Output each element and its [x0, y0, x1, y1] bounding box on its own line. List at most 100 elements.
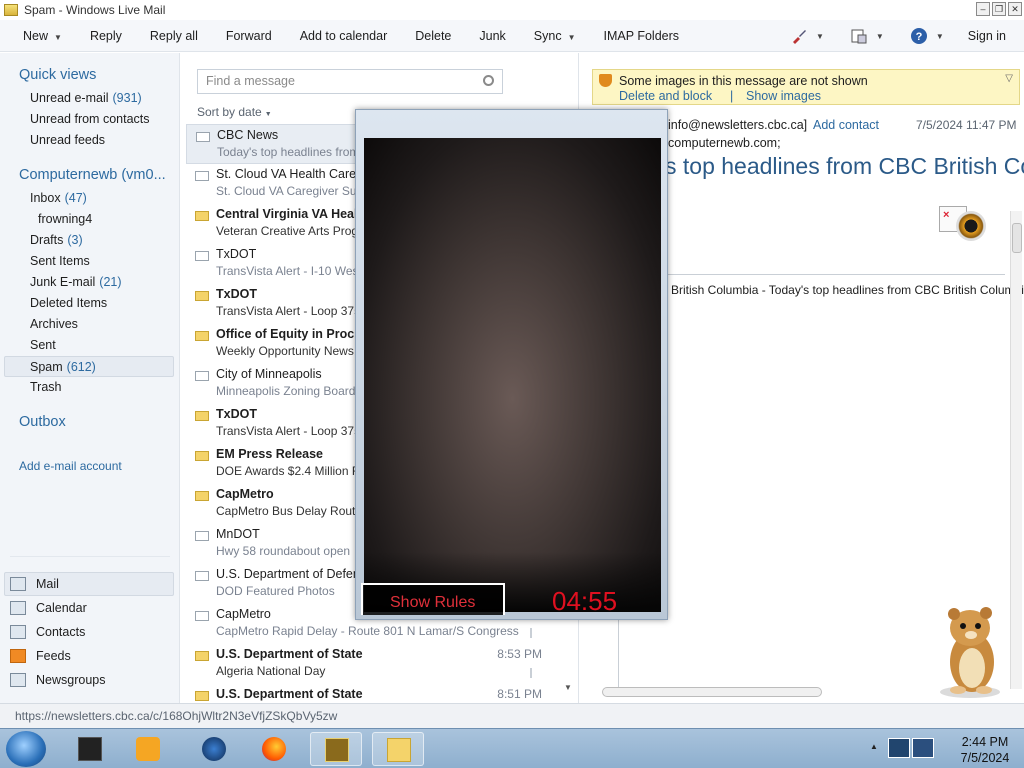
paintbrush-button[interactable]: ▼: [774, 27, 834, 45]
quick-views-heading[interactable]: Quick views: [0, 67, 96, 83]
account-heading[interactable]: Computernewb (vm0...: [0, 167, 166, 183]
taskbar-app-box[interactable]: [310, 732, 362, 766]
message-subject: CapMetro Rapid Delay - Route 801 N Lamar…: [216, 624, 519, 638]
quick-view-unread-feeds[interactable]: Unread feeds: [0, 130, 180, 151]
nav-label: Mail: [36, 577, 59, 591]
message-sender: TxDOT: [216, 287, 257, 301]
nav-feeds[interactable]: Feeds: [0, 644, 180, 668]
window-title: Spam - Windows Live Mail: [24, 3, 166, 17]
app-icon: [4, 4, 18, 16]
start-button[interactable]: [6, 731, 46, 767]
sign-in-button[interactable]: Sign in: [954, 29, 1024, 43]
folder-frowning4[interactable]: frowning4: [0, 209, 180, 230]
flag-icon[interactable]: [530, 668, 540, 678]
chevron-down-icon: ▼: [875, 31, 884, 41]
scrollbar-thumb[interactable]: [602, 687, 822, 697]
taskbar-app-media[interactable]: [122, 732, 174, 766]
show-rules-button[interactable]: Show Rules: [361, 583, 505, 615]
sort-dropdown[interactable]: Sort by date ▼: [197, 105, 272, 119]
folder-sent-items[interactable]: Sent Items: [0, 251, 180, 272]
message-subject: TransVista Alert - I-10 Wes: [216, 264, 359, 278]
search-input[interactable]: Find a message: [197, 69, 503, 94]
envelope-icon: [195, 331, 209, 341]
folder-drafts[interactable]: Drafts (3): [0, 230, 180, 251]
volume-icon[interactable]: [912, 738, 934, 758]
folder-junk[interactable]: Junk E-mail (21): [0, 272, 180, 293]
message-row[interactable]: U.S. Department of State 8:51 PM: [186, 684, 566, 703]
message-sender: TxDOT: [216, 247, 257, 261]
message-sender: TxDOT: [216, 407, 257, 421]
message-row[interactable]: U.S. Department of State Algeria National…: [186, 644, 566, 684]
hamster-mascot[interactable]: [928, 604, 1008, 700]
menu-button[interactable]: ▼: [834, 27, 894, 45]
quick-view-unread-email[interactable]: Unread e-mail (931): [0, 88, 180, 109]
delete-and-block-link[interactable]: Delete and block: [619, 89, 712, 103]
nav-newsgroups[interactable]: Newsgroups: [0, 668, 180, 692]
message-sender: St. Cloud VA Health Care S: [216, 167, 368, 181]
minimize-icon[interactable]: –: [976, 2, 990, 16]
chevron-down-icon[interactable]: ▽: [1005, 73, 1013, 84]
scroll-down-arrow[interactable]: ▼: [564, 683, 572, 692]
imap-folders-button[interactable]: IMAP Folders: [590, 29, 694, 43]
chevron-up-icon[interactable]: ▲: [870, 742, 878, 751]
mail-icon: [10, 577, 26, 591]
folder-label: Inbox: [30, 191, 61, 205]
svg-text:?: ?: [915, 31, 922, 43]
add-contact-link[interactable]: Add contact: [813, 118, 879, 132]
folder-inbox[interactable]: Inbox (47): [0, 188, 180, 209]
vertical-scrollbar[interactable]: [1010, 211, 1022, 689]
nav-contacts[interactable]: Contacts: [0, 620, 180, 644]
delete-button[interactable]: Delete: [401, 29, 465, 43]
body-text: British Columbia - Today's top headlines…: [671, 283, 1024, 297]
search-icon[interactable]: [483, 75, 494, 86]
envelope-icon: [195, 291, 209, 301]
quick-views-list: Unread e-mail (931) Unread from contacts …: [0, 88, 180, 151]
taskbar-app-firefox[interactable]: [248, 732, 300, 766]
command-bar-right: ▼ ▼ ? ▼ Sign in: [774, 20, 1024, 52]
folder-deleted-items[interactable]: Deleted Items: [0, 293, 180, 314]
help-button[interactable]: ? ▼: [894, 27, 954, 45]
folder-label: Drafts: [30, 233, 64, 247]
taskbar-app-mail[interactable]: [372, 732, 424, 766]
junk-button[interactable]: Junk: [465, 29, 519, 43]
flag-icon[interactable]: [530, 628, 540, 638]
show-images-link[interactable]: Show images: [746, 89, 821, 103]
chevron-down-icon: ▼: [264, 111, 272, 118]
new-button[interactable]: New ▼: [0, 29, 76, 43]
close-icon[interactable]: ✕: [1008, 2, 1022, 16]
reply-button[interactable]: Reply: [76, 29, 136, 43]
restore-icon[interactable]: ❐: [992, 2, 1006, 16]
command-bar: New ▼ Reply Reply all Forward Add to cale…: [0, 20, 1024, 52]
message-subject: DOD Featured Photos: [216, 584, 335, 598]
envelope-icon: [195, 251, 209, 261]
outbox-folder[interactable]: Outbox: [0, 414, 66, 430]
add-email-account-link[interactable]: Add e-mail account: [0, 459, 122, 473]
clock-date: 7/5/2024: [960, 751, 1010, 765]
envelope-icon: [195, 171, 209, 181]
scrollbar-thumb[interactable]: [1012, 223, 1022, 253]
chevron-down-icon: ▼: [935, 31, 944, 41]
navigation-pane: Mail Calendar Contacts Feeds Newsgroups: [0, 572, 180, 692]
folder-archives[interactable]: Archives: [0, 314, 180, 335]
folder-spam[interactable]: Spam (612): [4, 356, 174, 377]
forward-button[interactable]: Forward: [212, 29, 286, 43]
paintbrush-icon: [793, 30, 806, 44]
folder-sent[interactable]: Sent: [0, 335, 180, 356]
globe-icon: [202, 737, 226, 761]
network-icon[interactable]: [888, 738, 910, 758]
new-label: New: [23, 28, 49, 43]
quick-view-unread-contacts[interactable]: Unread from contacts: [0, 109, 180, 130]
nav-calendar[interactable]: Calendar: [0, 596, 180, 620]
message-sender: U.S. Department of State: [216, 647, 363, 661]
clock[interactable]: 2:44 PM 7/5/2024: [950, 734, 1020, 766]
logo-image: [956, 211, 986, 241]
add-to-calendar-button[interactable]: Add to calendar: [286, 29, 402, 43]
folder-trash[interactable]: Trash: [0, 377, 180, 398]
sync-button[interactable]: Sync ▼: [520, 29, 590, 43]
taskbar-app-terminal[interactable]: [64, 732, 116, 766]
reply-all-button[interactable]: Reply all: [136, 29, 212, 43]
envelope-icon: [195, 451, 209, 461]
taskbar-app-globe[interactable]: [188, 732, 240, 766]
nav-mail[interactable]: Mail: [4, 572, 174, 596]
terminal-icon: [78, 737, 102, 761]
